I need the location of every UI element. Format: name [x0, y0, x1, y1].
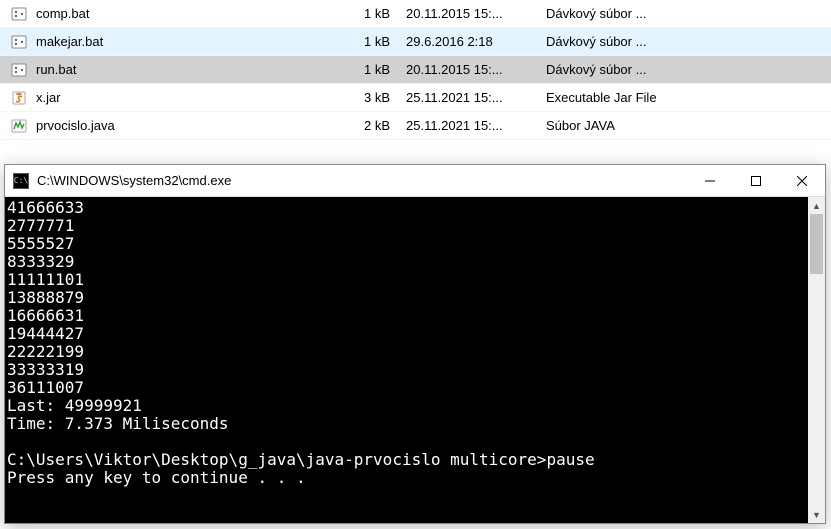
file-row[interactable]: prvocislo.java2 kB25.11.2021 15:...Súbor… — [0, 112, 831, 140]
file-date: 29.6.2016 2:18 — [406, 34, 546, 49]
minimize-button[interactable] — [687, 165, 733, 197]
close-icon — [797, 176, 807, 186]
file-size: 2 kB — [346, 118, 406, 133]
file-date: 25.11.2021 15:... — [406, 90, 546, 105]
file-type: Dávkový súbor ... — [546, 6, 831, 21]
cmd-titlebar[interactable]: C:\ C:\WINDOWS\system32\cmd.exe — [5, 165, 825, 197]
file-row[interactable]: makejar.bat1 kB29.6.2016 2:18Dávkový súb… — [0, 28, 831, 56]
file-type-icon — [10, 61, 28, 79]
file-size: 1 kB — [346, 6, 406, 21]
scroll-down-icon[interactable]: ▼ — [808, 506, 825, 523]
file-name: prvocislo.java — [36, 118, 346, 133]
console-body: 41666633 2777771 5555527 8333329 1111110… — [5, 197, 825, 523]
file-date: 20.11.2015 15:... — [406, 6, 546, 21]
cmd-icon: C:\ — [13, 173, 29, 189]
file-type-icon — [10, 33, 28, 51]
cmd-window: C:\ C:\WINDOWS\system32\cmd.exe 41666633… — [4, 164, 826, 524]
file-type: Súbor JAVA — [546, 118, 831, 133]
file-date: 25.11.2021 15:... — [406, 118, 546, 133]
file-type-icon — [10, 117, 28, 135]
file-type: Executable Jar File — [546, 90, 831, 105]
file-list: comp.bat1 kB20.11.2015 15:...Dávkový súb… — [0, 0, 831, 140]
file-size: 1 kB — [346, 62, 406, 77]
file-type: Dávkový súbor ... — [546, 62, 831, 77]
file-size: 3 kB — [346, 90, 406, 105]
scroll-up-icon[interactable]: ▲ — [808, 197, 825, 214]
scroll-thumb[interactable] — [810, 214, 823, 274]
file-name: run.bat — [36, 62, 346, 77]
file-name: x.jar — [36, 90, 346, 105]
file-name: comp.bat — [36, 6, 346, 21]
maximize-icon — [751, 176, 761, 186]
close-button[interactable] — [779, 165, 825, 197]
scrollbar[interactable]: ▲ ▼ — [808, 197, 825, 523]
cmd-title: C:\WINDOWS\system32\cmd.exe — [37, 173, 687, 188]
file-row[interactable]: x.jar3 kB25.11.2021 15:...Executable Jar… — [0, 84, 831, 112]
maximize-button[interactable] — [733, 165, 779, 197]
minimize-icon — [705, 176, 715, 186]
file-type-icon — [10, 89, 28, 107]
console-output[interactable]: 41666633 2777771 5555527 8333329 1111110… — [5, 197, 808, 523]
file-type: Dávkový súbor ... — [546, 34, 831, 49]
file-name: makejar.bat — [36, 34, 346, 49]
file-date: 20.11.2015 15:... — [406, 62, 546, 77]
file-row[interactable]: comp.bat1 kB20.11.2015 15:...Dávkový súb… — [0, 0, 831, 28]
file-row[interactable]: run.bat1 kB20.11.2015 15:...Dávkový súbo… — [0, 56, 831, 84]
file-size: 1 kB — [346, 34, 406, 49]
file-type-icon — [10, 5, 28, 23]
